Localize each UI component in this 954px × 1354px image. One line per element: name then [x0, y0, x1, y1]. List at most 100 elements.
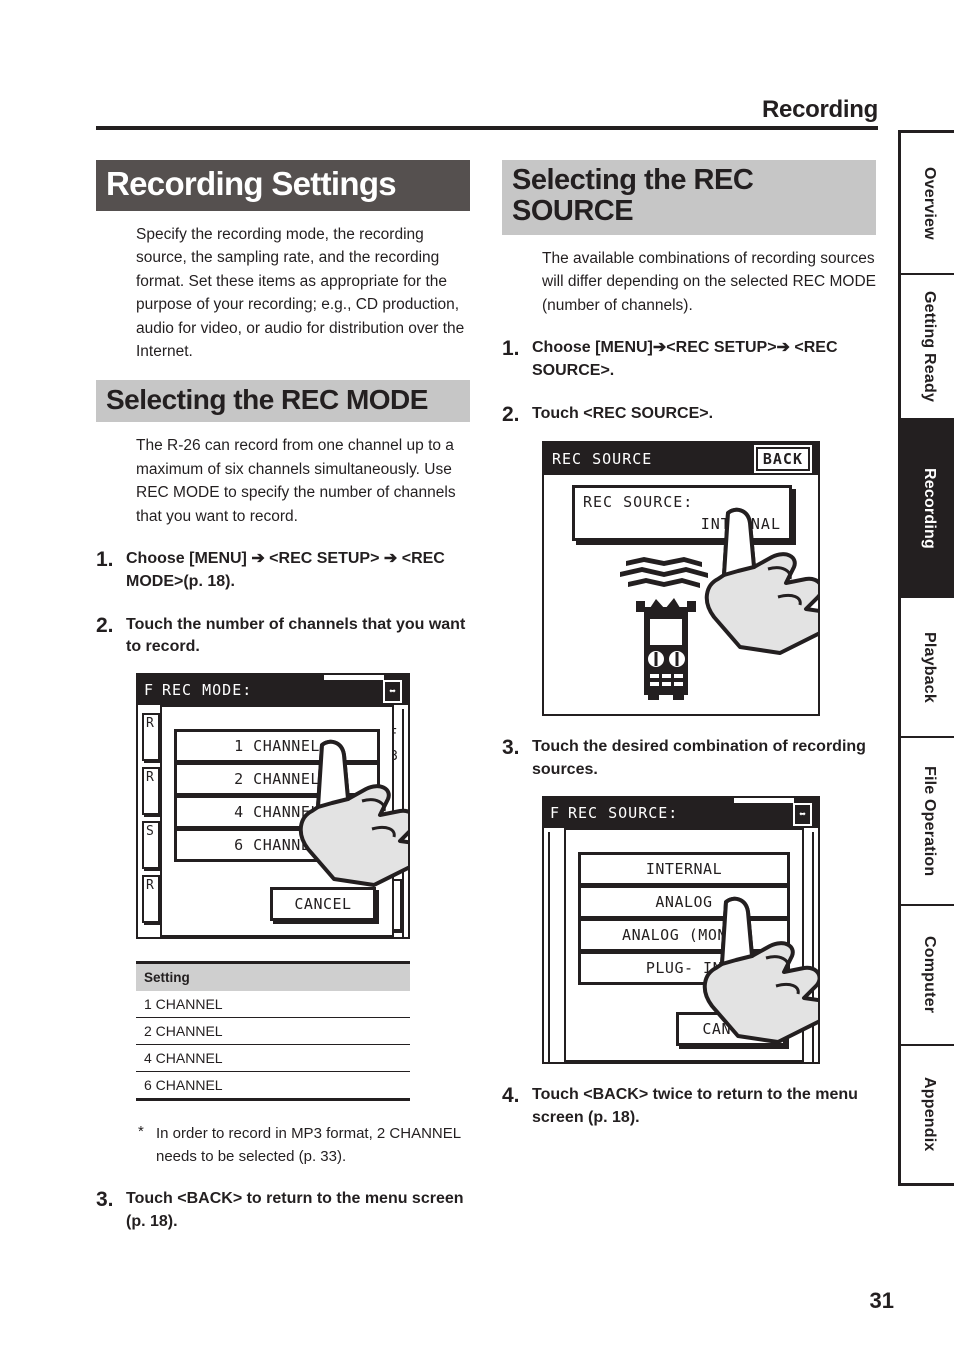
step-text: Choose [MENU] ➔ <REC SETUP> ➔ <REC MODE>… [126, 550, 445, 591]
lcd-popup-rec-mode: 1 CHANNEL 2 CHANNEL 4 CHANNEL 6 CHANNEL … [160, 705, 394, 938]
step-4-rec-source: 4. Touch <BACK> twice to return to the m… [502, 1084, 876, 1129]
sidebar-tab-label: Playback [921, 631, 938, 703]
table-cell-setting: 2 CHANNEL [136, 1017, 410, 1046]
step-2-rec-source: 2. Touch <REC SOURCE>. [502, 403, 876, 428]
rec-source-intro-paragraph: The available combinations of recording … [542, 249, 876, 314]
step-number: 2. [502, 402, 520, 426]
footnote-mp3: * In order to record in MP3 format, 2 CH… [138, 1123, 470, 1168]
recorder-device-icon [636, 598, 696, 701]
step-number: 4. [502, 1083, 520, 1107]
footnote-text: In order to record in MP3 format, 2 CHAN… [156, 1125, 461, 1165]
section-title-recording-settings: Recording Settings [96, 160, 470, 211]
lcd-title-rec-source-list: REC SOURCE: [568, 803, 679, 822]
sidebar-tab-label: Computer [921, 936, 938, 1014]
sidebar-tab-getting-ready[interactable]: Getting Ready [901, 275, 954, 420]
lcd-scroll-tab [734, 797, 794, 803]
table-header-row: Setting [136, 961, 410, 992]
sidebar-tab-overview[interactable]: Overview [901, 130, 954, 275]
step-text: Touch <BACK> to return to the menu scree… [126, 1190, 464, 1230]
step-3-rec-source: 3. Touch the desired combination of reco… [502, 736, 876, 781]
background-menu-item: R [142, 767, 160, 816]
sound-wave-icon [620, 557, 708, 589]
table-cell-setting: 4 CHANNEL [136, 1044, 410, 1073]
sidebar-tab-label: Overview [921, 166, 938, 240]
step-text: Touch <REC SOURCE>. [532, 404, 714, 422]
step-text: Touch the number of channels that you wa… [126, 615, 466, 656]
sidebar-tab-computer[interactable]: Computer [901, 906, 954, 1046]
sidebar-tab-label: Getting Ready [921, 290, 938, 403]
subsection-title-rec-mode: Selecting the REC MODE [96, 379, 470, 423]
side-index-tabs: Overview Getting Ready Recording Playbac… [898, 130, 954, 1186]
left-column: Recording Settings Specify the recording… [96, 160, 470, 1234]
page-number: 31 [869, 1288, 894, 1313]
option-6-channel[interactable]: 6 CHANNEL [174, 828, 380, 863]
rec-source-field-value: INTERNAL [700, 515, 781, 534]
option-analog[interactable]: ANALOG [578, 884, 790, 919]
cancel-button[interactable]: CANCEL [676, 1011, 786, 1046]
sidebar-tab-recording[interactable]: Recording [901, 420, 954, 598]
running-head: Recording [96, 96, 878, 130]
sidebar-tab-label: Appendix [921, 1077, 938, 1152]
sidebar-tab-playback[interactable]: Playback [901, 598, 954, 738]
column-header-setting: Setting [136, 961, 410, 992]
step-number: 1. [502, 337, 520, 361]
option-analog-mono[interactable]: ANALOG (MONO) [578, 917, 790, 952]
lcd-scroll-tab [324, 675, 384, 681]
table-row: 2 CHANNEL [136, 1017, 410, 1046]
step-1-rec-mode: 1. Choose [MENU] ➔ <REC SETUP> ➔ <REC MO… [96, 548, 470, 593]
lcd-screenshot-rec-source-list: F REC SOURCE: ⬌ INTERNAL ANALOG ANALOG (… [542, 795, 820, 1064]
running-head-text: Recording [762, 96, 878, 123]
option-2-channel[interactable]: 2 CHANNEL [174, 762, 380, 797]
step-text: Choose [MENU]➔<REC SETUP>➔ <REC SOURCE>. [532, 339, 838, 379]
rec-source-field-label: REC SOURCE: [583, 493, 694, 512]
step-text: Touch <BACK> twice to return to the menu… [532, 1085, 858, 1126]
sidebar-tab-file-operation[interactable]: File Operation [901, 738, 954, 906]
sidebar-tab-appendix[interactable]: Appendix [901, 1046, 954, 1186]
table-cell-setting: 1 CHANNEL [136, 991, 410, 1019]
settings-table: Setting 1 CHANNEL 2 CHANNEL 4 CHANNEL 6 … [136, 961, 410, 1102]
lcd-panel-divider [402, 709, 404, 938]
lcd-screenshot-rec-mode: F REC MODE: ⬌ R R S R F 3 1 CHANNEL 2 CH… [136, 673, 410, 940]
option-4-channel[interactable]: 4 CHANNEL [174, 795, 380, 830]
lcd-title-rec-mode: REC MODE: [162, 681, 253, 700]
scroll-up-icon[interactable]: ⬌ [793, 802, 812, 826]
background-menu-item: S [142, 821, 160, 870]
step-1-rec-source: 1. Choose [MENU]➔<REC SETUP>➔ <REC SOURC… [502, 337, 876, 382]
table-cell-setting: 6 CHANNEL [136, 1071, 410, 1102]
lcd-titlebar: F REC MODE: ⬌ [138, 675, 408, 706]
intro-paragraph: Specify the recording mode, the recordin… [136, 225, 465, 361]
lcd-title-rec-source: REC SOURCE [552, 450, 653, 469]
cancel-button[interactable]: CANCEL [270, 887, 376, 922]
step-number: 2. [96, 613, 114, 637]
scroll-up-icon[interactable]: ⬌ [383, 680, 402, 704]
section-title-rec-source: Selecting the REC SOURCE [502, 160, 876, 235]
lcd-panel-divider [548, 831, 550, 1062]
sidebar-tab-label: File Operation [921, 765, 938, 877]
step-2-rec-mode: 2. Touch the number of channels that you… [96, 614, 470, 659]
option-1-channel[interactable]: 1 CHANNEL [174, 729, 380, 764]
lcd-bg-title-fragment: F [550, 803, 561, 822]
option-plug-in[interactable]: PLUG- IN [578, 950, 790, 985]
footnote-marker: * [138, 1123, 144, 1141]
lcd-popup-rec-source: INTERNAL ANALOG ANALOG (MONO) PLUG- IN C… [564, 827, 804, 1062]
step-number: 1. [96, 548, 114, 572]
back-button[interactable]: BACK [755, 447, 810, 472]
rec-mode-intro-paragraph: The R-26 can record from one channel up … [136, 437, 456, 525]
background-menu-item: R [142, 875, 160, 924]
step-number: 3. [502, 736, 520, 760]
step-number: 3. [96, 1188, 114, 1212]
step-3-rec-mode: 3. Touch <BACK> to return to the menu sc… [96, 1188, 470, 1233]
rec-source-value-box[interactable]: REC SOURCE: INTERNAL [572, 485, 792, 542]
background-menu-item: R [142, 713, 160, 762]
lcd-panel-divider [812, 831, 814, 1062]
option-internal[interactable]: INTERNAL [578, 851, 790, 886]
lcd-titlebar: F REC SOURCE: ⬌ [544, 797, 818, 828]
step-text: Touch the desired combination of recordi… [532, 738, 866, 779]
right-column: Selecting the REC SOURCE The available c… [502, 160, 876, 1129]
table-row: 4 CHANNEL [136, 1044, 410, 1073]
table-row: 1 CHANNEL [136, 991, 410, 1019]
lcd-bg-title-fragment: F [144, 681, 155, 700]
lcd-screenshot-rec-source-value: REC SOURCE BACK REC SOURCE: INTERNAL [542, 441, 820, 717]
lcd-titlebar: REC SOURCE BACK [544, 443, 818, 476]
sidebar-tab-label: Recording [921, 467, 938, 549]
